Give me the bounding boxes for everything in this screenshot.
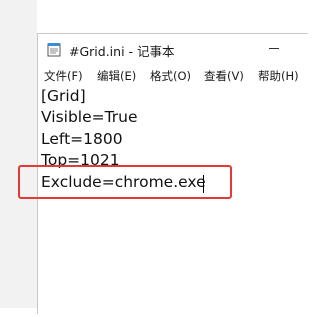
highlight-box: [18, 165, 232, 199]
background-strip: [0, 0, 37, 308]
menu-help[interactable]: 帮助(H): [258, 68, 299, 84]
editor-line: Left=1800: [41, 130, 123, 148]
menu-file[interactable]: 文件(F): [44, 68, 83, 84]
editor-line: [Grid]: [41, 87, 86, 105]
menu-view[interactable]: 查看(V): [204, 68, 244, 84]
menu-bar: 文件(F) 编辑(E) 格式(O) 查看(V) 帮助(H): [38, 65, 308, 87]
title-bar: #Grid.ini - 记事本: [38, 34, 308, 64]
notepad-icon: [47, 43, 61, 57]
minimize-icon[interactable]: [269, 48, 279, 49]
menu-edit[interactable]: 编辑(E): [97, 68, 136, 84]
editor-line: Visible=True: [41, 108, 138, 126]
menu-format[interactable]: 格式(O): [150, 68, 191, 84]
window-title: #Grid.ini - 记事本: [69, 44, 175, 59]
text-editor[interactable]: [Grid] Visible=True Left=1800 Top=1021 E…: [38, 87, 308, 317]
